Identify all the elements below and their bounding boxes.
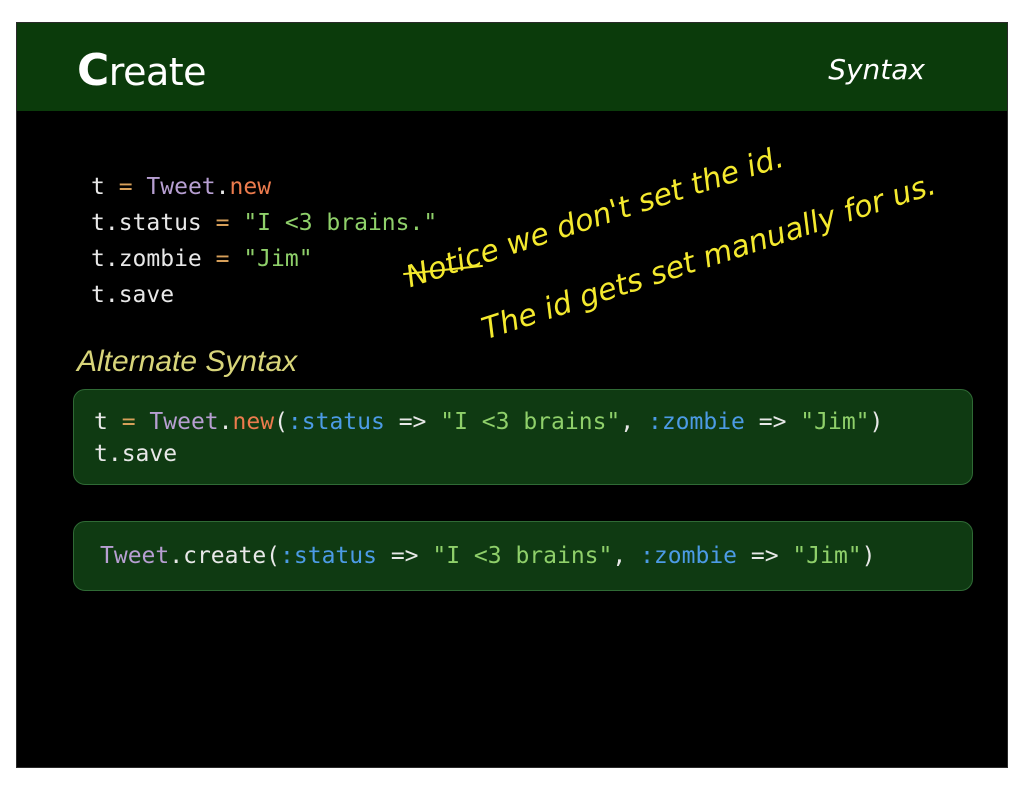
code-token: t bbox=[91, 174, 119, 200]
code-token: "I <3 brains" bbox=[440, 409, 621, 435]
code-token: "I <3 brains." bbox=[243, 210, 438, 236]
code-box-alternate: t = Tweet.new(:status => "I <3 brains", … bbox=[73, 389, 973, 485]
code-token: t bbox=[94, 409, 122, 435]
slide: Create Syntax t = Tweet.new t.status = "I… bbox=[16, 22, 1008, 768]
code-token: :status bbox=[280, 543, 377, 569]
slide-subtitle: Syntax bbox=[828, 53, 925, 86]
code-token: t.zombie bbox=[91, 246, 216, 272]
code-token: "Jim" bbox=[243, 246, 313, 272]
code-token: => bbox=[376, 543, 433, 569]
code-box-create: Tweet.create(:status => "I <3 brains", :… bbox=[73, 521, 973, 591]
code-line: t = Tweet.new bbox=[91, 169, 437, 205]
code-token: , bbox=[620, 409, 648, 435]
code-token: . bbox=[218, 409, 233, 435]
code-token: t.save bbox=[91, 282, 175, 308]
code-token: = bbox=[215, 246, 244, 272]
code-token: = bbox=[118, 174, 147, 200]
code-token: :status bbox=[287, 409, 385, 435]
code-token: t.status bbox=[91, 210, 216, 236]
code-line: t.zombie = "Jim" bbox=[91, 241, 437, 277]
slide-title: Create bbox=[77, 45, 207, 96]
slide-title-first-letter: C bbox=[77, 45, 109, 96]
code-token: = bbox=[215, 210, 244, 236]
code-block-alternate: t = Tweet.new(:status => "I <3 brains", … bbox=[94, 406, 883, 470]
code-token: => bbox=[737, 543, 793, 569]
code-token: "I <3 brains" bbox=[432, 543, 613, 569]
code-token: t.save bbox=[94, 441, 178, 467]
code-token: => bbox=[744, 409, 801, 435]
code-token: ( bbox=[274, 409, 288, 435]
code-line: t.save bbox=[94, 438, 883, 470]
code-line: t.status = "I <3 brains." bbox=[91, 205, 437, 241]
code-line: t.save bbox=[91, 277, 437, 313]
code-token: new bbox=[232, 409, 275, 435]
code-line: Tweet.create(:status => "I <3 brains", :… bbox=[100, 540, 876, 572]
code-token: => bbox=[384, 409, 441, 435]
code-token: ) bbox=[869, 409, 884, 435]
code-block-create: Tweet.create(:status => "I <3 brains", :… bbox=[100, 540, 876, 572]
slide-title-rest: reate bbox=[108, 50, 207, 94]
code-token: ) bbox=[861, 543, 876, 569]
code-line: t = Tweet.new(:status => "I <3 brains", … bbox=[94, 406, 883, 438]
handwritten-note-line1: Notice we don't set the id. bbox=[401, 139, 789, 296]
code-token: :zombie bbox=[640, 543, 738, 569]
code-token: . bbox=[215, 174, 230, 200]
code-token: Tweet bbox=[149, 409, 219, 435]
code-token: new bbox=[229, 174, 272, 200]
code-block-basic: t = Tweet.new t.status = "I <3 brains." t.… bbox=[91, 169, 437, 313]
code-token: = bbox=[121, 409, 150, 435]
code-token: "Jim" bbox=[792, 543, 862, 569]
code-token: "Jim" bbox=[800, 409, 870, 435]
slide-header: Create Syntax bbox=[17, 23, 1007, 111]
alternate-syntax-heading: Alternate Syntax bbox=[77, 345, 298, 378]
code-token: , bbox=[612, 543, 641, 569]
code-token: .create( bbox=[169, 543, 281, 569]
code-token: :zombie bbox=[647, 409, 745, 435]
code-token: Tweet bbox=[146, 174, 216, 200]
code-token: Tweet bbox=[100, 543, 170, 569]
